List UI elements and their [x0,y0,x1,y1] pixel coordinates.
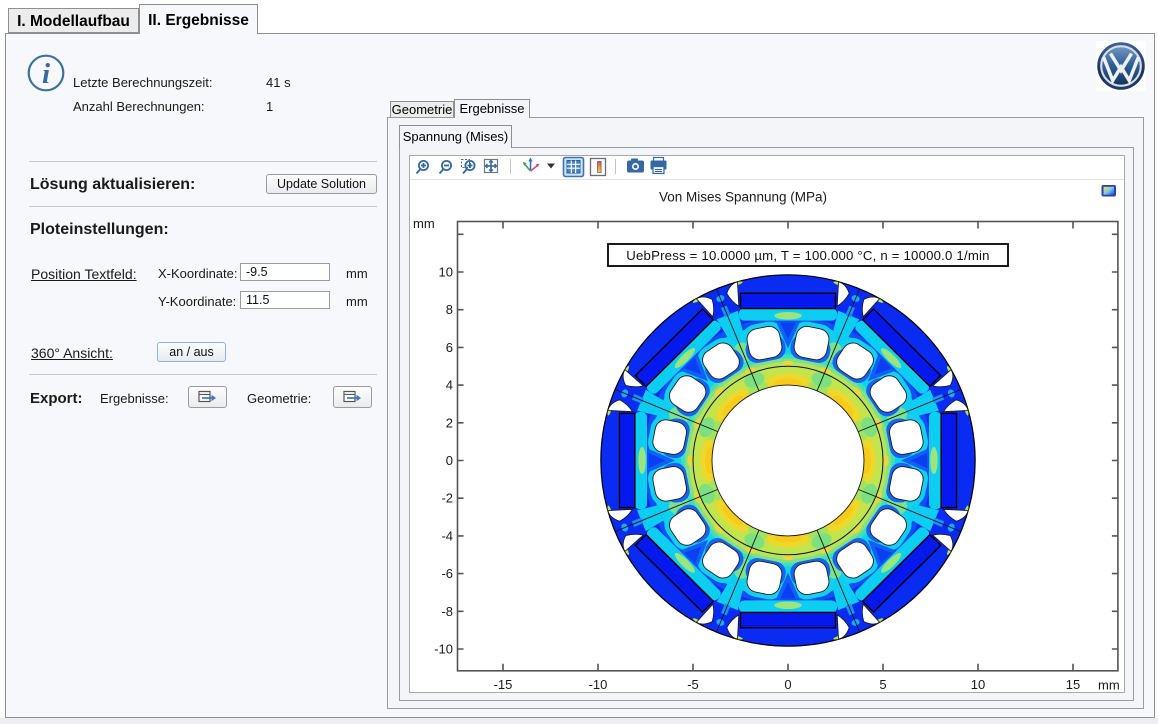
svg-text:Von Mises Spannung (MPa): Von Mises Spannung (MPa) [659,190,827,205]
svg-text:-15: -15 [494,677,513,692]
svg-text:10: 10 [971,677,985,692]
svg-text:4: 4 [446,378,453,393]
svg-text:UebPress = 10.0000 µm, T = 100: UebPress = 10.0000 µm, T = 100.000 °C, n… [626,248,989,263]
svg-text:0: 0 [784,677,791,692]
svg-text:6: 6 [446,340,453,355]
svg-text:-2: -2 [441,491,453,506]
svg-text:-5: -5 [687,677,699,692]
svg-text:-8: -8 [441,604,453,619]
svg-text:2: 2 [446,415,453,430]
svg-text:-6: -6 [441,566,453,581]
svg-text:mm: mm [1098,678,1120,693]
svg-text:-10: -10 [589,677,608,692]
svg-text:mm: mm [413,216,435,231]
svg-text:i: i [42,58,50,90]
svg-text:5: 5 [879,677,886,692]
svg-text:10: 10 [439,265,453,280]
svg-text:0: 0 [446,453,453,468]
svg-text:15: 15 [1066,677,1080,692]
svg-text:-4: -4 [441,528,453,543]
svg-text:8: 8 [446,302,453,317]
svg-text:-10: -10 [434,642,453,657]
